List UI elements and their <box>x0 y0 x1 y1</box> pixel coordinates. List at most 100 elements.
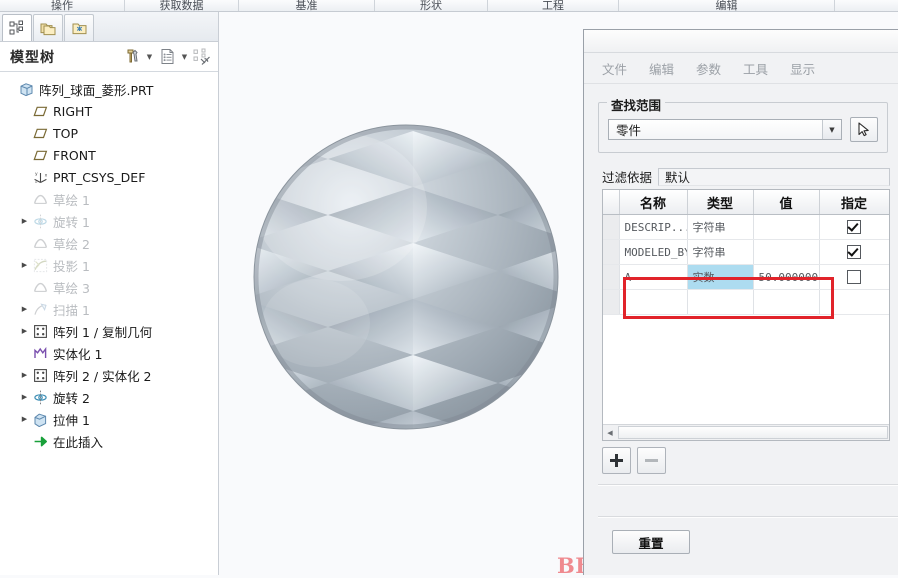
param-type-cell[interactable]: 字符串 <box>687 239 754 265</box>
row-gutter[interactable] <box>603 214 620 240</box>
display-list-chevron[interactable]: ▼ <box>179 46 190 68</box>
tree-node[interactable]: y z x PRT_CSYS_DEF <box>0 166 217 188</box>
tree-node[interactable]: ▶ 阵列 1 / 复制几何 <box>0 320 217 342</box>
datum-plane-icon <box>33 128 48 138</box>
reset-button[interactable]: 重置 <box>612 530 690 554</box>
table-column-header[interactable]: 指定 <box>819 190 889 215</box>
tree-node[interactable]: ▶ 旋转 2 <box>0 386 217 408</box>
table-empty-row[interactable] <box>603 289 889 315</box>
model-tree[interactable]: 阵列_球面_菱形.PRT RIGHT TOP FRONT y z x PRT_CSYS_DEF… <box>0 73 217 575</box>
param-name-cell[interactable]: A <box>619 264 688 290</box>
row-actions[interactable] <box>602 447 898 474</box>
param-type-cell[interactable]: 字符串 <box>687 214 754 240</box>
empty-cell[interactable] <box>603 289 620 315</box>
navigator-tab-bar[interactable] <box>0 12 218 42</box>
empty-cell[interactable] <box>687 289 754 315</box>
empty-cell[interactable] <box>619 289 688 315</box>
checkbox-checked-icon[interactable] <box>847 220 861 234</box>
folder-browser-tab[interactable] <box>33 14 63 41</box>
tree-node[interactable]: RIGHT <box>0 100 217 122</box>
tree-node-icon <box>31 412 50 427</box>
parameters-table-wrapper[interactable]: 名称 类型值指定 DESCRIP... 字符串 MODELED_BY 字符串 A 实数 50.… <box>602 189 890 441</box>
table-row[interactable]: DESCRIP... 字符串 <box>603 214 889 240</box>
scroll-left-arrow-icon[interactable]: ◀ <box>603 426 617 440</box>
param-name-cell[interactable]: DESCRIP... <box>619 214 688 240</box>
ribbon-tab-bar[interactable]: 操作 获取数据 基准 形状 工程 编辑 <box>0 0 898 12</box>
empty-cell[interactable] <box>819 289 889 315</box>
tree-node[interactable]: 草绘 3 <box>0 276 217 298</box>
checkbox-unchecked-icon[interactable] <box>847 270 861 284</box>
table-row[interactable]: MODELED_BY 字符串 <box>603 239 889 265</box>
model-sphere-3d[interactable] <box>253 111 559 443</box>
hammer-wrench-tool-button[interactable] <box>122 46 142 68</box>
dialog-button-row[interactable]: 重置 <box>612 530 898 554</box>
expand-arrow-icon[interactable]: ▶ <box>18 261 31 269</box>
scope-pick-button[interactable] <box>850 117 878 142</box>
row-gutter[interactable] <box>603 264 620 290</box>
param-name-cell[interactable]: MODELED_BY <box>619 239 688 265</box>
ribbon-tab-2[interactable]: 获取数据 <box>125 0 239 11</box>
empty-cell[interactable] <box>753 289 820 315</box>
table-horizontal-scrollbar[interactable]: ◀ <box>603 424 889 440</box>
tree-node-icon <box>31 368 50 383</box>
tree-node[interactable]: 草绘 1 <box>0 188 217 210</box>
param-value-cell[interactable] <box>753 214 820 240</box>
expand-arrow-icon[interactable]: ▶ <box>18 371 31 379</box>
ribbon-tab-5[interactable]: 工程 <box>488 0 619 11</box>
dialog-menu-bar[interactable]: 文件 编辑 参数 工具 显示 <box>584 53 898 84</box>
expand-arrow-icon[interactable]: ▶ <box>18 415 31 423</box>
expand-arrow-icon[interactable]: ▶ <box>18 305 31 313</box>
hammer-tool-chevron[interactable]: ▼ <box>144 46 155 68</box>
favorites-folder-icon <box>72 23 86 34</box>
tree-node[interactable]: 阵列_球面_菱形.PRT <box>0 78 217 100</box>
remove-parameter-button[interactable] <box>637 447 666 474</box>
tree-node[interactable]: ▶ 阵列 2 / 实体化 2 <box>0 364 217 386</box>
tree-filter-button[interactable] <box>192 46 212 68</box>
table-row[interactable]: A 实数 50.000000 <box>603 264 889 290</box>
ribbon-tab-4[interactable]: 形状 <box>375 0 488 11</box>
row-gutter[interactable] <box>603 239 620 265</box>
parameters-table[interactable]: 名称 类型值指定 DESCRIP... 字符串 MODELED_BY 字符串 A 实数 50.… <box>603 190 889 315</box>
dialog-menu-item[interactable]: 编辑 <box>649 59 674 78</box>
table-body[interactable]: DESCRIP... 字符串 MODELED_BY 字符串 A 实数 50.000000 <box>603 214 889 315</box>
favorites-tab[interactable] <box>64 14 94 41</box>
param-designate-cell[interactable] <box>819 214 889 240</box>
scope-select[interactable]: 零件 ▼ <box>608 119 842 140</box>
expand-arrow-icon[interactable]: ▶ <box>18 393 31 401</box>
checkbox-checked-icon[interactable] <box>847 245 861 259</box>
tree-node[interactable]: TOP <box>0 122 217 144</box>
tree-node[interactable]: FRONT <box>0 144 217 166</box>
ribbon-tab-3[interactable]: 基准 <box>239 0 375 11</box>
dialog-menu-item[interactable]: 参数 <box>696 59 721 78</box>
tree-node[interactable]: ▶ 旋转 1 <box>0 210 217 232</box>
param-value-cell[interactable] <box>753 239 820 265</box>
navigator-tools[interactable]: ▼ ▼ <box>122 46 218 68</box>
tree-node[interactable]: 实体化 1 <box>0 342 217 364</box>
dialog-menu-item[interactable]: 工具 <box>743 59 768 78</box>
param-designate-cell[interactable] <box>819 239 889 265</box>
param-type-cell[interactable]: 实数 <box>687 264 754 290</box>
table-column-header[interactable]: 值 <box>753 190 820 215</box>
tree-node[interactable]: ▶ 扫描 1 <box>0 298 217 320</box>
table-column-header[interactable]: 名称 <box>619 190 688 215</box>
expand-arrow-icon[interactable]: ▶ <box>18 217 31 225</box>
tree-node[interactable]: ▶ 投影 1 <box>0 254 217 276</box>
table-column-header[interactable]: 类型 <box>687 190 754 215</box>
add-parameter-button[interactable] <box>602 447 631 474</box>
ribbon-tab-7[interactable] <box>835 0 898 11</box>
param-designate-cell[interactable] <box>819 264 889 290</box>
tree-node[interactable]: ▶ 拉伸 1 <box>0 408 217 430</box>
tree-node[interactable]: 在此插入 <box>0 430 217 452</box>
chevron-down-icon[interactable]: ▼ <box>822 120 841 139</box>
expand-arrow-icon[interactable]: ▶ <box>18 327 31 335</box>
tree-node[interactable]: 草绘 2 <box>0 232 217 254</box>
ribbon-tab-1[interactable]: 操作 <box>0 0 125 11</box>
filter-select[interactable]: 默认 <box>658 167 891 186</box>
model-tree-tab[interactable] <box>2 14 32 41</box>
dialog-menu-item[interactable]: 显示 <box>790 59 815 78</box>
param-value-cell[interactable]: 50.000000 <box>753 264 820 290</box>
dialog-menu-item[interactable]: 文件 <box>602 59 627 78</box>
display-list-tool-button[interactable] <box>157 46 177 68</box>
scrollbar-thumb[interactable] <box>618 426 888 439</box>
ribbon-tab-6[interactable]: 编辑 <box>619 0 835 11</box>
